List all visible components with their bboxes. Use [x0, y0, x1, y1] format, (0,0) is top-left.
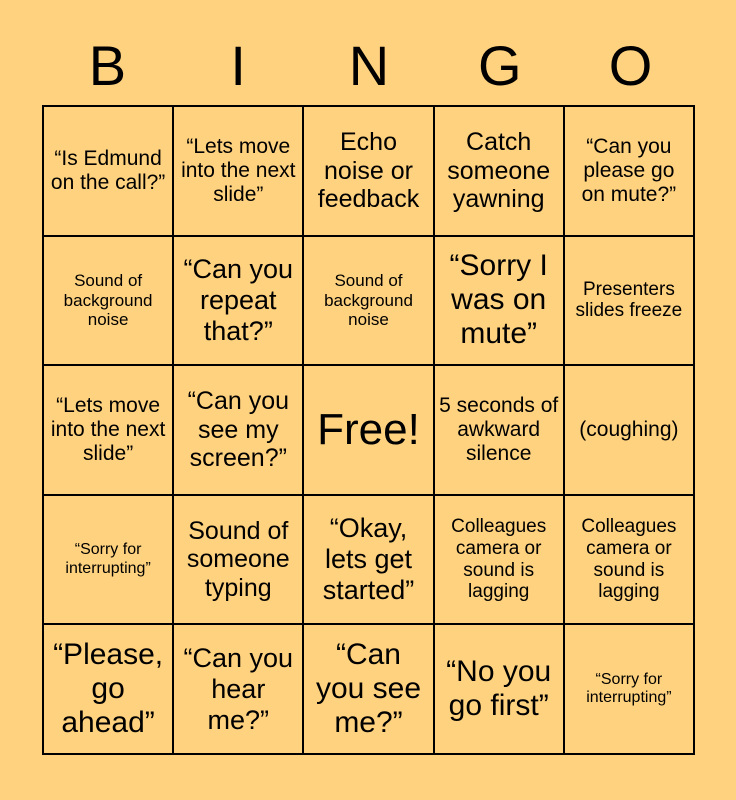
bingo-header-letter-g: G [478, 34, 522, 97]
bingo-cell-label: Presenters slides freeze [575, 278, 683, 322]
bingo-cell-label: “No you go first” [446, 655, 552, 723]
bingo-cell-label: “Can you repeat that?” [183, 254, 294, 346]
bingo-cell[interactable]: Sound of background noise [304, 236, 435, 367]
bingo-cell-label: 5 seconds of awkward silence [439, 394, 559, 465]
bingo-cell-label: Sound of someone typing [186, 516, 290, 602]
bingo-cell-label: “Please, go ahead” [53, 637, 164, 740]
bingo-cell-label: Echo noise or feedback [317, 128, 420, 214]
bingo-cell[interactable]: Colleagues camera or sound is lagging [564, 495, 695, 626]
bingo-header-letter-i: I [230, 34, 246, 97]
bingo-header-letter-n: N [348, 34, 390, 97]
bingo-cell-label: Free! [317, 404, 420, 454]
bingo-card: B I N G O “Is Edmund on the call?” “Lets move… [0, 0, 736, 800]
bingo-grid: “Is Edmund on the call?” “Lets move into … [42, 105, 695, 755]
bingo-cell[interactable]: “Can you see my screen?” [174, 366, 305, 496]
bingo-cell[interactable]: “Can you hear me?” [174, 625, 305, 755]
bingo-cell-label: Sound of background noise [324, 271, 413, 330]
bingo-cell-label: “Can you hear me?” [183, 643, 294, 735]
bingo-cell[interactable]: Colleagues camera or sound is lagging [434, 495, 565, 626]
bingo-cell[interactable]: “Can you please go on mute?” [564, 107, 695, 237]
bingo-cell[interactable]: “Please, go ahead” [44, 625, 175, 755]
bingo-cell[interactable]: “Can you see me?” [304, 625, 435, 755]
bingo-cell-label: “Okay, lets get started” [322, 513, 415, 605]
bingo-cell[interactable]: “Okay, lets get started” [304, 495, 435, 626]
bingo-cell-label: “Lets move into the next slide” [181, 134, 296, 206]
bingo-cell-label: “Is Edmund on the call?” [50, 146, 166, 194]
bingo-cell-label: (coughing) [579, 418, 679, 442]
bingo-cell[interactable]: 5 seconds of awkward silence [434, 366, 565, 496]
bingo-header-letter-o: O [608, 34, 653, 97]
bingo-header: BINGO [42, 30, 696, 102]
bingo-cell[interactable]: “Lets move into the next slide” [44, 366, 175, 496]
bingo-cell-label: Colleagues camera or sound is lagging [581, 516, 677, 603]
bingo-cell-label: Sound of background noise [63, 271, 153, 330]
bingo-cell-label: “Can you see me?” [315, 637, 422, 740]
bingo-cell-label: Catch someone yawning [447, 128, 551, 214]
bingo-cell[interactable]: “Is Edmund on the call?” [44, 107, 175, 237]
bingo-cell[interactable]: Sound of background noise [44, 236, 175, 367]
bingo-cell-label: “Sorry I was on mute” [449, 249, 548, 351]
bingo-free-space[interactable]: Free! [304, 366, 435, 496]
bingo-cell-label: “Lets move into the next slide” [50, 394, 166, 465]
bingo-cell[interactable]: Sound of someone typing [174, 495, 305, 626]
bingo-cell[interactable]: “Sorry I was on mute” [434, 236, 565, 367]
bingo-cell[interactable]: Presenters slides freeze [564, 236, 695, 367]
bingo-cell[interactable]: “Lets move into the next slide” [174, 107, 305, 237]
bingo-cell-label: “Sorry for interrupting” [586, 670, 672, 707]
bingo-cell-label: “Can you please go on mute?” [581, 134, 677, 206]
bingo-cell[interactable]: (coughing) [564, 366, 695, 496]
bingo-cell-label: “Can you see my screen?” [187, 387, 290, 473]
bingo-cell-label: “Sorry for interrupting” [65, 541, 151, 577]
bingo-cell[interactable]: “Sorry for interrupting” [44, 495, 175, 626]
bingo-cell[interactable]: Echo noise or feedback [304, 107, 435, 237]
bingo-cell[interactable]: Catch someone yawning [434, 107, 565, 237]
bingo-cell[interactable]: “Sorry for interrupting” [564, 625, 695, 755]
bingo-cell[interactable]: “No you go first” [434, 625, 565, 755]
bingo-cell-label: Colleagues camera or sound is lagging [451, 516, 547, 603]
bingo-cell[interactable]: “Can you repeat that?” [174, 236, 305, 367]
bingo-header-letter-b: B [88, 34, 127, 97]
